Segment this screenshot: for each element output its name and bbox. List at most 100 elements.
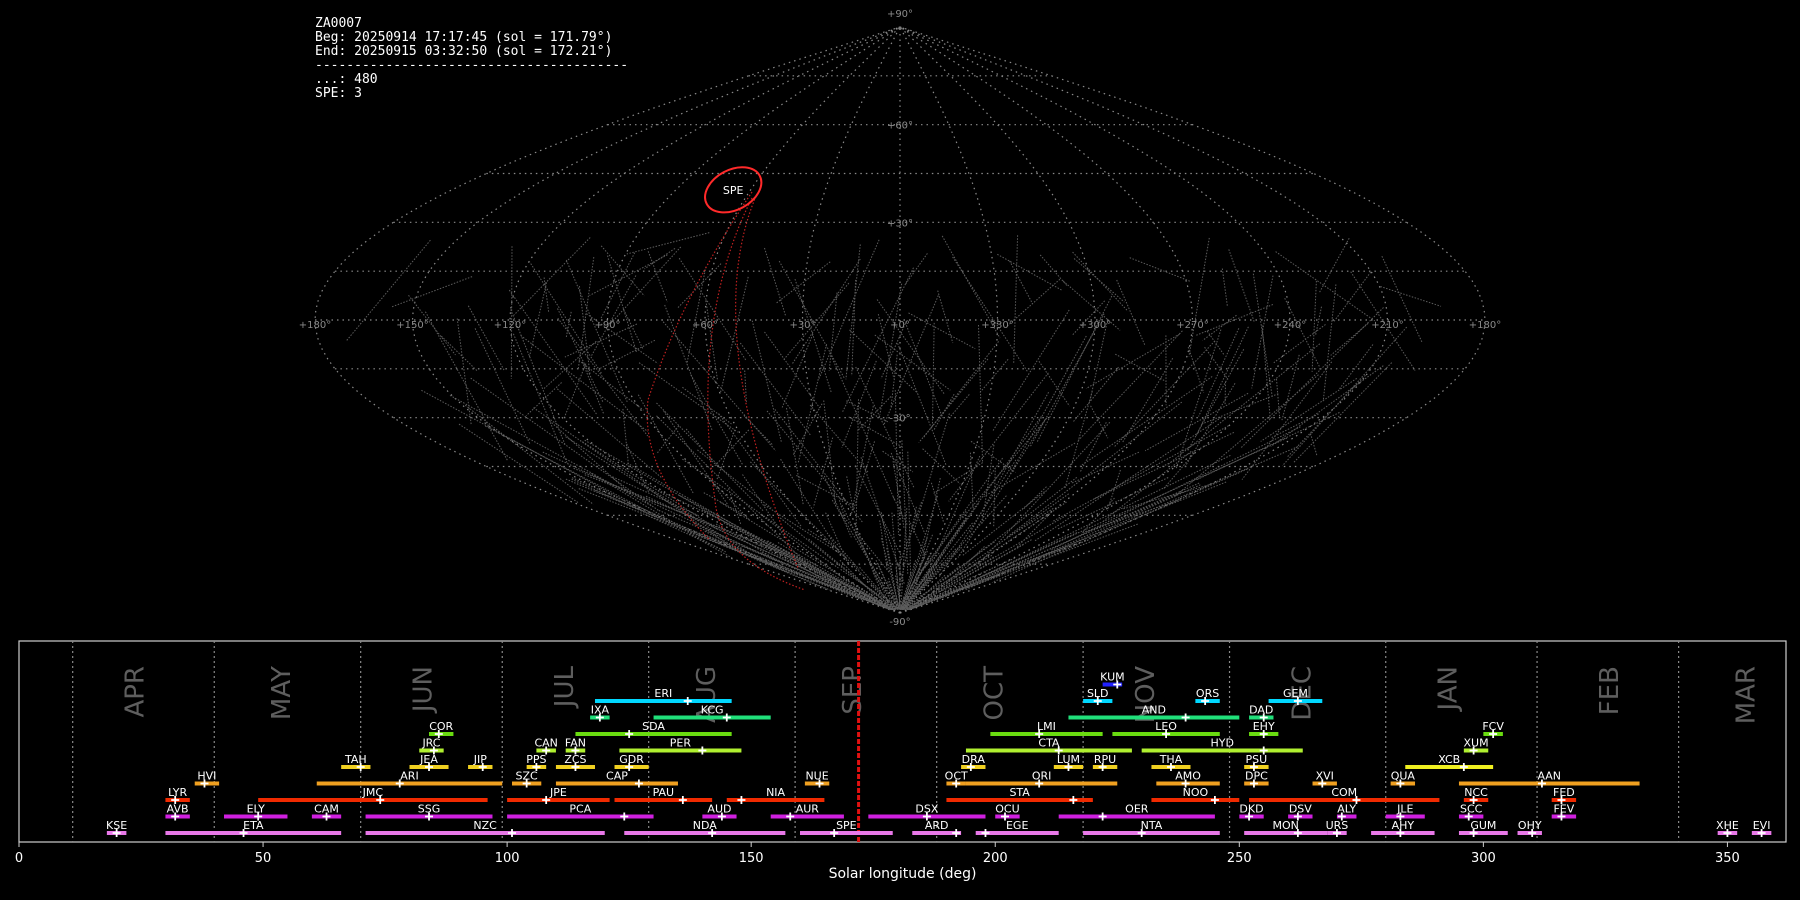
meteor-trail <box>792 403 823 456</box>
shower-label: CAP <box>606 770 628 783</box>
shower-label: FAN <box>565 737 586 750</box>
meteor-trail <box>1221 268 1228 308</box>
meteor-trail <box>874 334 951 391</box>
shower-label: ZCS <box>564 753 586 766</box>
shower-label: DSV <box>1289 803 1312 816</box>
shower-scc: SCC <box>1458 803 1484 821</box>
meteor-trail <box>533 407 735 550</box>
meteor-trail <box>1082 497 1115 532</box>
shower-urs: URS <box>1326 819 1348 837</box>
shower-ohy: OHY <box>1517 819 1542 837</box>
meteor-trail <box>1016 511 1053 548</box>
meteor-trail <box>464 404 594 505</box>
meteor-trail <box>528 282 548 359</box>
meteor-trail <box>812 437 834 508</box>
longitude-tick-label: +150° <box>396 320 428 331</box>
meteor-trail <box>1078 330 1183 441</box>
meteor-trail <box>467 305 506 372</box>
shower-label: QUA <box>1391 770 1416 783</box>
meteor-trail <box>1073 366 1119 422</box>
meteor-trail <box>839 500 846 520</box>
meteor-trail <box>914 477 941 594</box>
shower-label: DRA <box>962 753 986 766</box>
shower-label: GUM <box>1470 819 1496 832</box>
latitude-tick-label: +90° <box>887 9 913 20</box>
shower-qua: QUA <box>1390 770 1416 788</box>
shower-label: JPE <box>549 786 567 799</box>
meteor-trail <box>830 355 896 501</box>
meteor-trail <box>976 421 1111 567</box>
meteor-trail <box>391 276 473 308</box>
meteor-trail <box>577 257 595 369</box>
latitude-tick-label: -30° <box>889 414 910 425</box>
meteor-trail <box>525 382 562 417</box>
meteor-trail <box>440 335 478 372</box>
shower-label: OCU <box>995 803 1019 816</box>
meteor-trail <box>883 295 939 425</box>
spe-radiant-label: SPE <box>723 184 744 197</box>
meteor-trail <box>1005 278 1061 328</box>
meteor-trail <box>600 252 636 319</box>
meteor-trail <box>485 425 726 553</box>
meteor-trail <box>1022 486 1047 511</box>
meteor-trail <box>656 425 680 455</box>
month-label: MAR <box>1731 666 1761 724</box>
longitude-tick-label: +180° <box>299 320 331 331</box>
shower-fed: FED <box>1551 786 1577 804</box>
shower-label: DKD <box>1239 803 1263 816</box>
meteor-trail <box>1311 280 1317 372</box>
shower-label: CAN <box>534 737 557 750</box>
x-tick-label: 350 <box>1715 851 1740 866</box>
meteor-trail <box>970 454 1231 583</box>
meteor-trail <box>908 594 950 611</box>
shower-label: XUM <box>1464 737 1489 750</box>
shower-label: LUM <box>1057 753 1080 766</box>
x-tick-label: 250 <box>1227 851 1252 866</box>
meteor-trail <box>549 420 632 496</box>
shower-label: AMO <box>1175 770 1201 783</box>
meteor-trail <box>781 334 814 408</box>
shower-label: XVI <box>1316 770 1334 783</box>
shower-jrc: JRC <box>419 737 444 755</box>
shower-label: AVB <box>167 803 189 816</box>
month-label: JUL <box>550 665 580 709</box>
meteor-trail <box>1072 251 1129 312</box>
shower-label: XHE <box>1716 819 1739 832</box>
sky-map: SPE +90° +60° +30° -30° -90° +180° +150° +120° +9… <box>299 9 1501 628</box>
shower-dsv: DSV <box>1288 803 1313 821</box>
meteor-trail <box>1079 376 1213 467</box>
meteor-trail <box>582 441 718 530</box>
shower-label: OER <box>1125 803 1149 816</box>
meteor-trail <box>983 442 1076 498</box>
meteor-trail <box>933 462 983 494</box>
longitude-tick-label: +60° <box>692 320 718 331</box>
meteor-trail <box>932 493 1069 592</box>
shower-label: CTA <box>1038 737 1060 750</box>
meteor-trail <box>846 400 890 423</box>
meridian-line <box>899 26 1194 614</box>
meteor-trail <box>775 261 831 304</box>
shower-aly: ALY <box>1336 803 1357 821</box>
meteor-trail <box>1028 484 1201 562</box>
meteor-trail <box>978 324 984 463</box>
shower-label: PPS <box>526 753 546 766</box>
shower-cor: COR <box>429 720 454 738</box>
meteor-trail <box>573 467 770 550</box>
shower-label: AHY <box>1392 819 1415 832</box>
shower-label: AND <box>1142 704 1166 717</box>
meteor-trail <box>584 439 832 585</box>
meteor-trail <box>718 413 802 528</box>
shower-label: DAD <box>1249 704 1273 717</box>
meteor-trail <box>739 342 811 436</box>
shower-label: ALY <box>1337 803 1356 816</box>
meteor-trail <box>923 341 999 438</box>
shower-label: FCV <box>1482 720 1504 733</box>
meteor-trail <box>1380 286 1442 307</box>
meteor-trail <box>647 251 668 303</box>
meteor-trail <box>957 419 1046 558</box>
shower-label: PER <box>670 737 692 750</box>
longitude-tick-label: +90° <box>594 320 620 331</box>
meteor-trail <box>879 283 903 415</box>
meteor-trail <box>1251 275 1274 389</box>
meteor-trail <box>904 253 928 285</box>
